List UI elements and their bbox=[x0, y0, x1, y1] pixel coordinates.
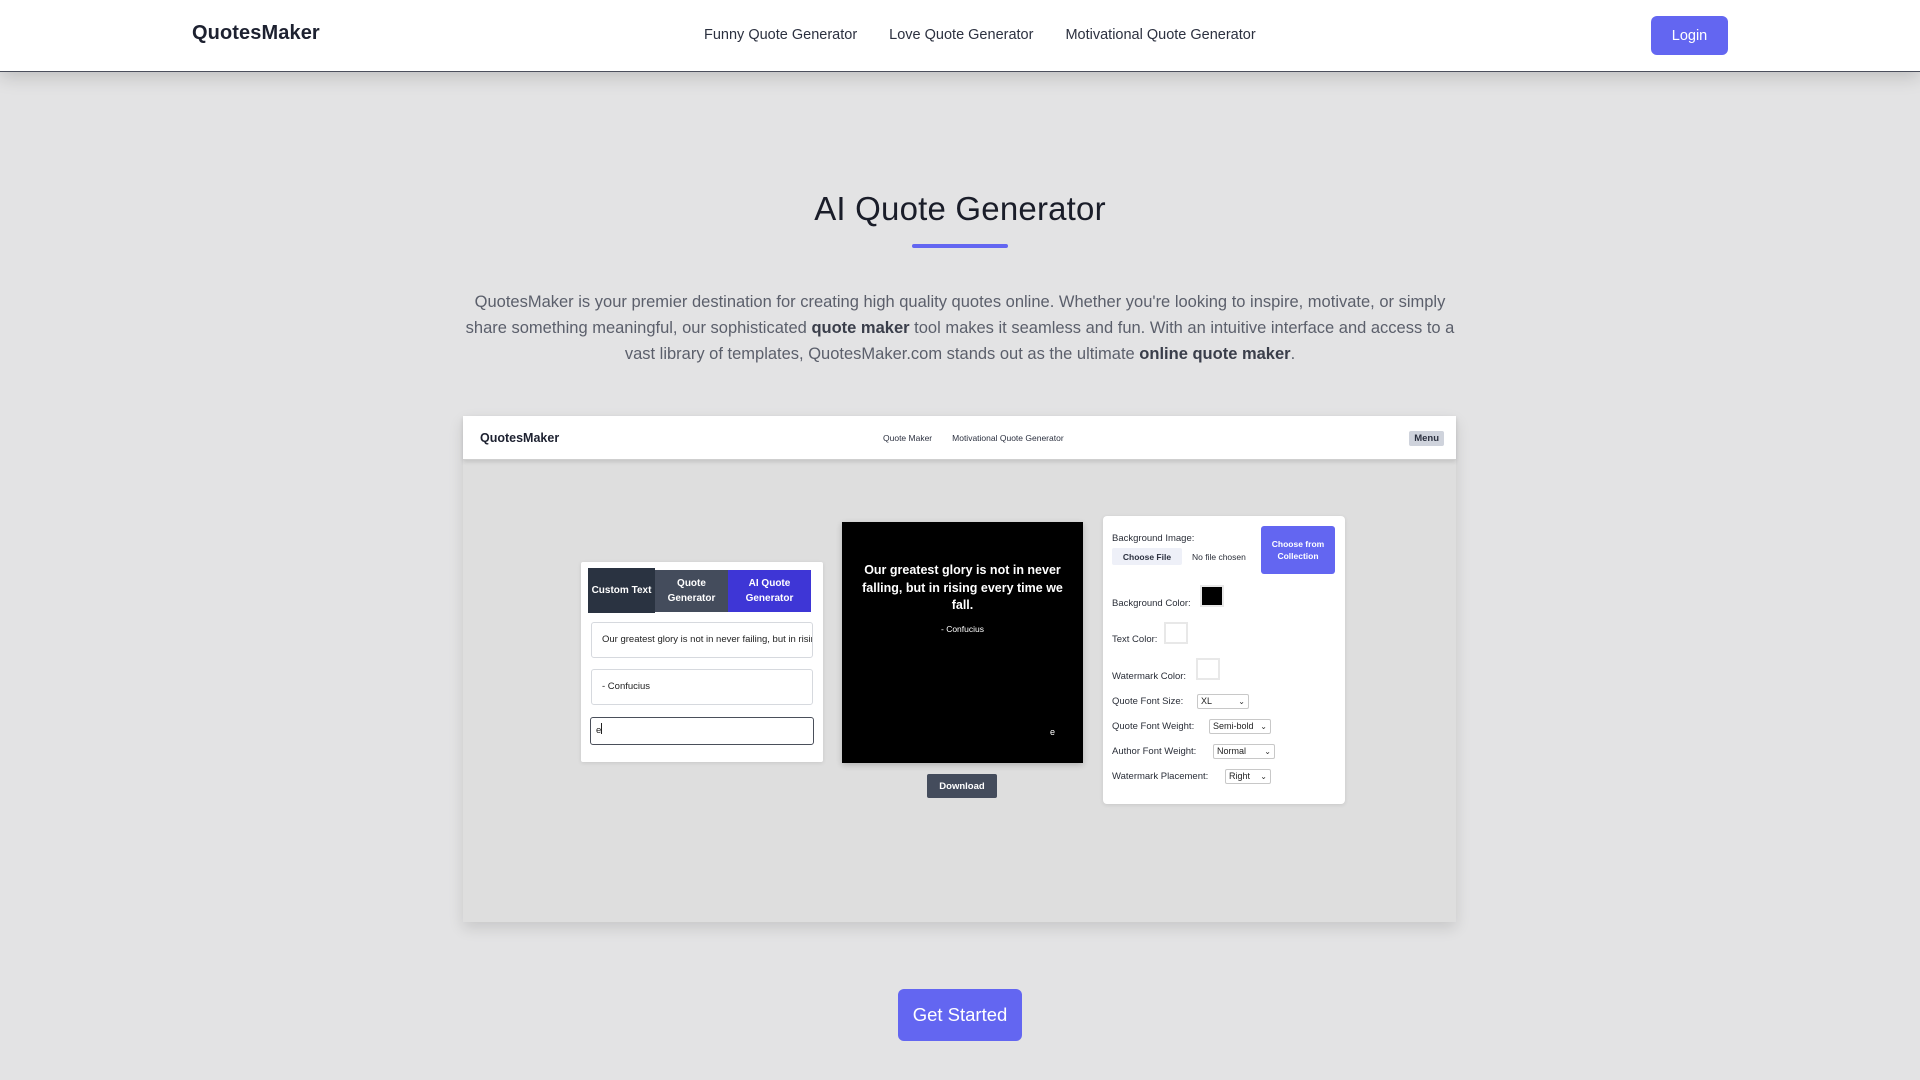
mockup-brand: QuotesMaker bbox=[480, 431, 560, 445]
chevron-down-icon: ⌄ bbox=[1260, 722, 1267, 731]
top-navbar: QuotesMaker Funny Quote Generator Love Q… bbox=[0, 0, 1920, 72]
quote-font-size-select[interactable]: XL ⌄ bbox=[1197, 694, 1249, 709]
quote-text-input[interactable]: Our greatest glory is not in never faili… bbox=[591, 622, 813, 658]
login-button[interactable]: Login bbox=[1651, 16, 1728, 55]
watermark-color-picker[interactable] bbox=[1196, 658, 1220, 680]
watermark-placement-select[interactable]: Right ⌄ bbox=[1225, 769, 1271, 784]
quote-font-weight-select[interactable]: Semi-bold ⌄ bbox=[1209, 719, 1271, 734]
quote-font-weight-value: Semi-bold bbox=[1213, 721, 1254, 731]
desc-bold-quote-maker: quote maker bbox=[811, 319, 910, 337]
author-font-weight-value: Normal bbox=[1217, 746, 1247, 756]
choose-file-button[interactable]: Choose File bbox=[1112, 548, 1182, 565]
mockup-nav-quote-maker: Quote Maker bbox=[883, 433, 933, 443]
mockup-menu-button: Menu bbox=[1409, 431, 1444, 446]
tab-custom-text[interactable]: Custom Text bbox=[588, 568, 655, 613]
app-preview-mockup: QuotesMaker Quote Maker Motivational Quo… bbox=[463, 416, 1456, 922]
nav-love-quote-generator[interactable]: Love Quote Generator bbox=[889, 27, 1033, 43]
tab-quote-generator[interactable]: Quote Generator bbox=[655, 570, 728, 612]
bg-image-label: Background Image: bbox=[1112, 533, 1195, 544]
tab-ai-quote-generator[interactable]: AI Quote Generator bbox=[728, 570, 811, 612]
text-color-label: Text Color: bbox=[1112, 634, 1158, 645]
mockup-navbar: QuotesMaker Quote Maker Motivational Quo… bbox=[463, 416, 1456, 460]
chevron-down-icon: ⌄ bbox=[1264, 747, 1271, 756]
hero-description: QuotesMaker is your premier destination … bbox=[462, 289, 1458, 367]
watermark-placement-value: Right bbox=[1229, 771, 1251, 781]
main-nav: Funny Quote Generator Love Quote Generat… bbox=[704, 27, 1256, 43]
author-font-weight-label: Author Font Weight: bbox=[1112, 746, 1197, 757]
preview-author-text: - Confucius bbox=[941, 624, 984, 634]
desc-bold-online-quote-maker: online quote maker bbox=[1139, 345, 1291, 363]
text-caret bbox=[601, 723, 603, 734]
chevron-down-icon: ⌄ bbox=[1238, 697, 1245, 706]
nav-funny-quote-generator[interactable]: Funny Quote Generator bbox=[704, 27, 857, 43]
desc-text-3: . bbox=[1290, 345, 1296, 363]
quote-font-weight-label: Quote Font Weight: bbox=[1112, 721, 1195, 732]
mode-tabs: Custom Text Quote Generator AI Quote Gen… bbox=[588, 568, 811, 613]
author-input[interactable]: - Confucius bbox=[591, 669, 813, 705]
preview-watermark: e bbox=[1050, 727, 1056, 737]
watermark-color-label: Watermark Color: bbox=[1112, 671, 1187, 682]
editor-card: Custom Text Quote Generator AI Quote Gen… bbox=[581, 562, 823, 762]
watermark-input[interactable]: e bbox=[590, 717, 814, 745]
get-started-button[interactable]: Get Started bbox=[898, 989, 1022, 1041]
chevron-down-icon: ⌄ bbox=[1260, 772, 1267, 781]
no-file-chosen-text: No file chosen bbox=[1192, 552, 1246, 562]
mockup-nav-motivational: Motivational Quote Generator bbox=[952, 433, 1064, 443]
text-color-picker[interactable] bbox=[1164, 622, 1188, 644]
settings-panel: Background Image: Choose File No file ch… bbox=[1103, 516, 1345, 804]
choose-from-collection-button[interactable]: Choose from Collection bbox=[1261, 526, 1335, 574]
title-underline bbox=[912, 244, 1008, 248]
bg-color-label: Background Color: bbox=[1112, 598, 1191, 609]
quote-font-size-label: Quote Font Size: bbox=[1112, 696, 1184, 707]
mockup-nav: Quote Maker Motivational Quote Generator bbox=[883, 433, 1064, 443]
page-title: AI Quote Generator bbox=[814, 190, 1106, 227]
author-font-weight-select[interactable]: Normal ⌄ bbox=[1213, 744, 1275, 759]
quote-preview-canvas: Our greatest glory is not in never falli… bbox=[842, 522, 1083, 763]
download-button[interactable]: Download bbox=[927, 774, 997, 798]
brand-logo[interactable]: QuotesMaker bbox=[192, 22, 320, 45]
quote-font-size-value: XL bbox=[1201, 696, 1213, 706]
watermark-placement-label: Watermark Placement: bbox=[1112, 771, 1209, 782]
preview-quote-text: Our greatest glory is not in never falli… bbox=[862, 563, 1063, 612]
bg-color-picker[interactable] bbox=[1200, 585, 1224, 607]
nav-motivational-quote-generator[interactable]: Motivational Quote Generator bbox=[1065, 27, 1255, 43]
